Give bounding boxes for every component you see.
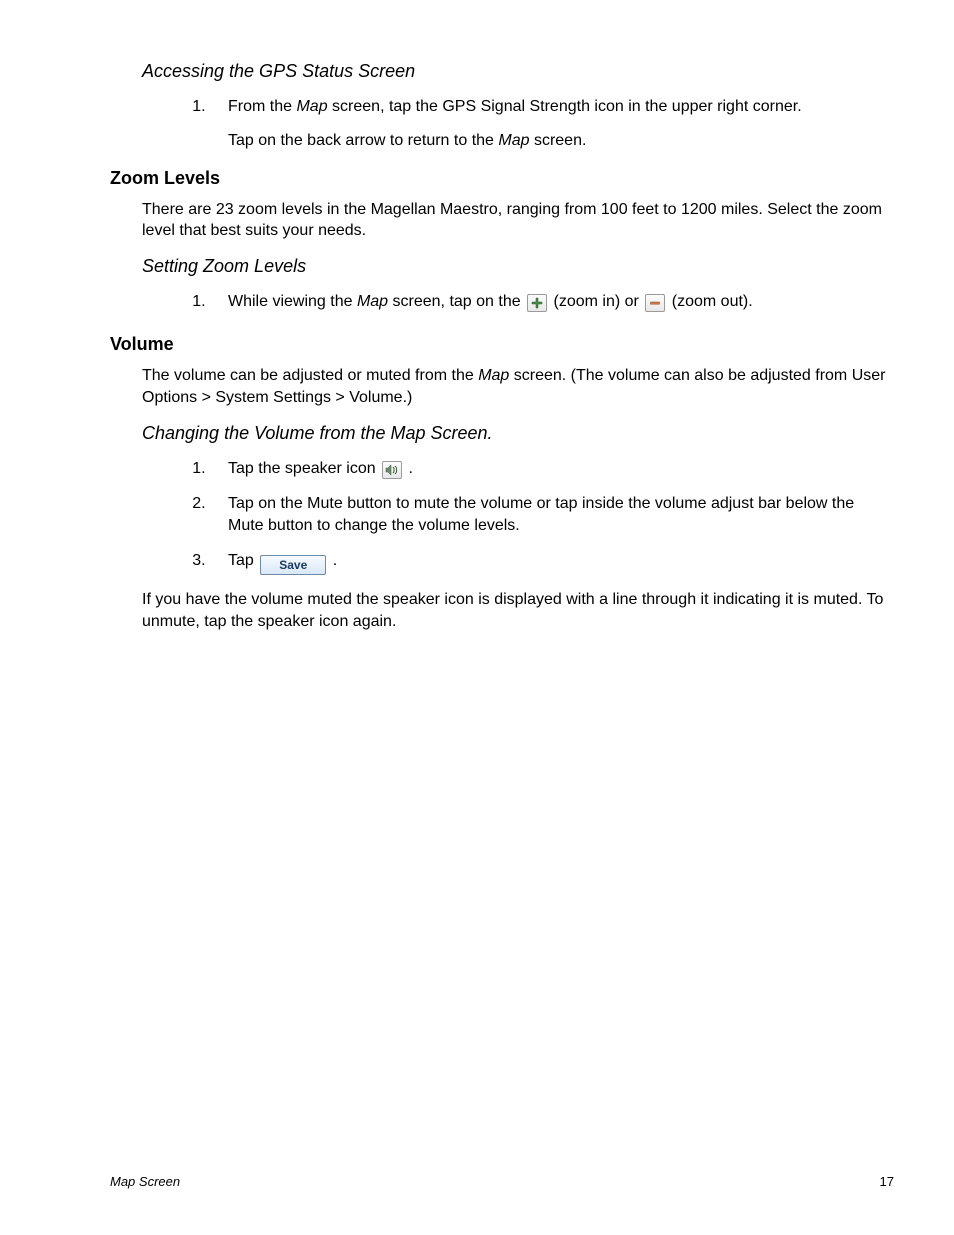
page-footer: Map Screen 17 [110,1174,894,1189]
sub-heading-setting-zoom: Setting Zoom Levels [142,256,894,277]
step-item: From the Map screen, tap the GPS Signal … [210,96,894,118]
body-text: The volume can be adjusted or muted from… [142,365,894,408]
sub-heading-volume-change: Changing the Volume from the Map Screen. [142,423,894,444]
footer-section: Map Screen [110,1174,180,1189]
save-button: Save [260,555,326,575]
steps-gps: From the Map screen, tap the GPS Signal … [210,96,894,118]
text: screen. [530,132,587,149]
text: From the [228,98,296,115]
text: (zoom in) or [554,293,644,310]
text: (zoom out). [672,293,753,310]
text: . [333,552,337,569]
body-text: There are 23 zoom levels in the Magellan… [142,199,894,242]
steps-volume: Tap the speaker icon . Tap on the Mute b… [210,458,894,576]
zoom-in-icon [527,294,547,312]
text: screen, tap the GPS Signal Strength icon… [328,98,802,115]
text-em: Map [296,98,327,115]
text-em: Map [498,132,529,149]
text: . [409,460,413,477]
step-item: Tap the speaker icon . [210,458,894,480]
text-em: Map [357,293,388,310]
zoom-out-icon [645,294,665,312]
text: Tap the speaker icon [228,460,380,477]
text: screen, tap on the [388,293,525,310]
text-em: Map [478,367,509,384]
steps-zoom: While viewing the Map screen, tap on the… [210,291,894,313]
section-heading-zoom: Zoom Levels [110,168,894,189]
step-item: Tap on the Mute button to mute the volum… [210,493,894,536]
text: Tap on the Mute button to mute the volum… [228,495,854,534]
sub-heading-gps: Accessing the GPS Status Screen [142,61,894,82]
tail-text: If you have the volume muted the speaker… [142,589,894,632]
footer-page-number: 17 [880,1174,894,1189]
text: Tap on the back arrow to return to the [228,132,498,149]
step-item: Tap Save . [210,550,894,575]
sub-note: Tap on the back arrow to return to the M… [228,132,894,150]
text: While viewing the [228,293,357,310]
section-heading-volume: Volume [110,334,894,355]
speaker-icon [382,461,402,479]
step-item: While viewing the Map screen, tap on the… [210,291,894,313]
text: The volume can be adjusted or muted from… [142,367,478,384]
text: Tap [228,552,258,569]
